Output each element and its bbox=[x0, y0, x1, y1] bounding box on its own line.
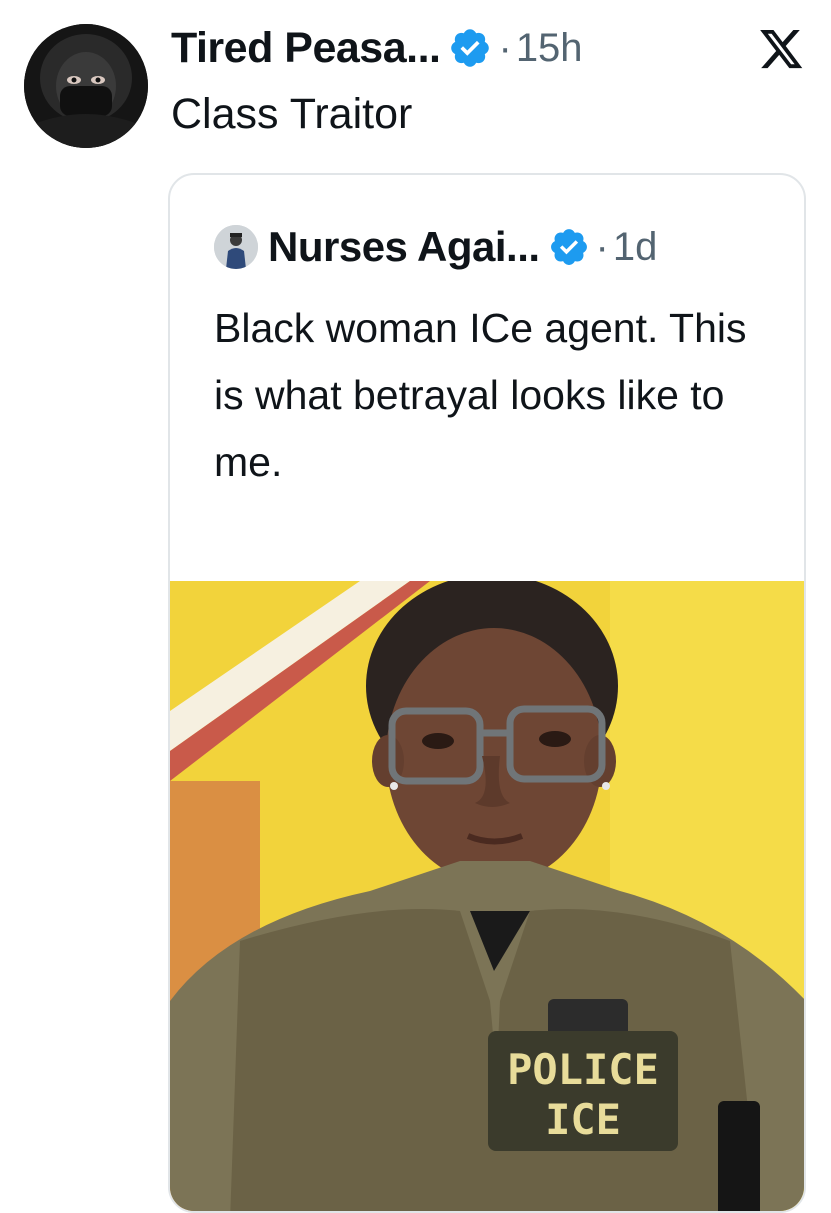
separator-dot: · bbox=[595, 224, 609, 269]
quoted-author-avatar[interactable] bbox=[214, 225, 258, 269]
quoted-tweet-card[interactable]: Nurses Agai... · 1d Black woman ICe agen… bbox=[168, 173, 806, 1213]
author-name[interactable]: Tired Peasa... bbox=[171, 24, 441, 73]
timestamp[interactable]: 15h bbox=[516, 26, 583, 71]
separator-dot: · bbox=[498, 25, 512, 70]
quoted-author-name[interactable]: Nurses Agai... bbox=[268, 223, 540, 271]
quoted-tweet-text: Black woman ICe agent. This is what betr… bbox=[214, 305, 747, 485]
verified-badge-icon bbox=[451, 29, 490, 67]
quoted-tweet-header: Nurses Agai... · 1d bbox=[214, 219, 657, 275]
verified-badge-icon bbox=[550, 229, 587, 265]
tweet-text: Class Traitor bbox=[171, 90, 413, 138]
police-patch-line2: ICE bbox=[545, 1095, 621, 1144]
police-patch-line1: POLICE bbox=[507, 1045, 659, 1094]
quoted-tweet-photo[interactable]: POLICE ICE bbox=[170, 581, 804, 1211]
x-logo-icon[interactable] bbox=[760, 30, 804, 70]
author-avatar[interactable] bbox=[24, 24, 148, 148]
tweet-header: Tired Peasa... · 15h bbox=[171, 18, 583, 78]
quoted-timestamp[interactable]: 1d bbox=[613, 225, 658, 270]
